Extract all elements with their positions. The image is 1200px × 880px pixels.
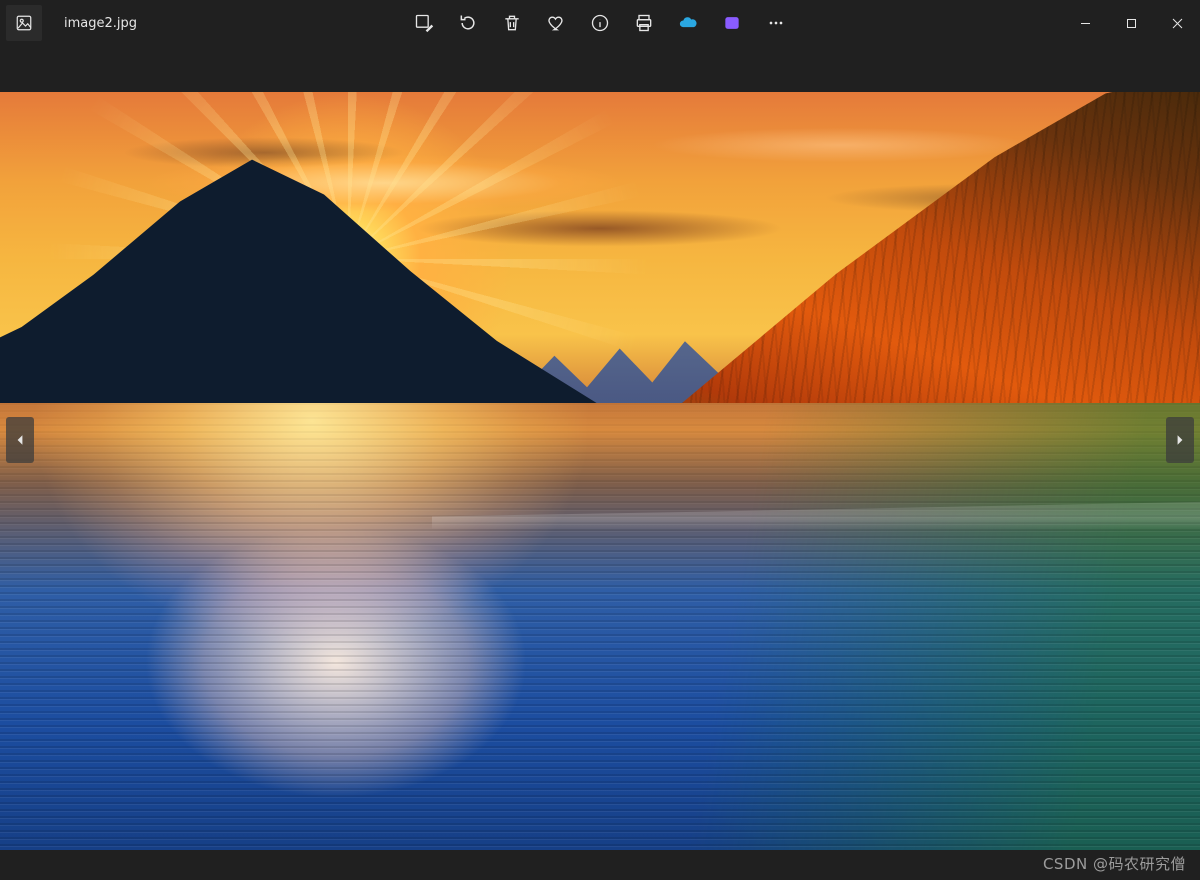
edit-icon[interactable]: [413, 12, 435, 34]
image-viewport[interactable]: [0, 92, 1200, 850]
clipchamp-icon[interactable]: [721, 12, 743, 34]
watermark-text: CSDN @码农研究僧: [1043, 853, 1186, 874]
maximize-button[interactable]: [1108, 6, 1154, 40]
next-image-button[interactable]: [1166, 417, 1194, 463]
window-controls: [1062, 6, 1200, 40]
onedrive-icon[interactable]: [677, 12, 699, 34]
close-button[interactable]: [1154, 6, 1200, 40]
minimize-button[interactable]: [1062, 6, 1108, 40]
more-icon[interactable]: [765, 12, 787, 34]
info-icon[interactable]: [589, 12, 611, 34]
prev-image-button[interactable]: [6, 417, 34, 463]
trash-icon[interactable]: [501, 12, 523, 34]
heart-icon[interactable]: [545, 12, 567, 34]
photo-canvas: [0, 92, 1200, 850]
rotate-icon[interactable]: [457, 12, 479, 34]
filename-label: image2.jpg: [64, 16, 137, 31]
print-icon[interactable]: [633, 12, 655, 34]
app-photo-icon[interactable]: [6, 5, 42, 41]
